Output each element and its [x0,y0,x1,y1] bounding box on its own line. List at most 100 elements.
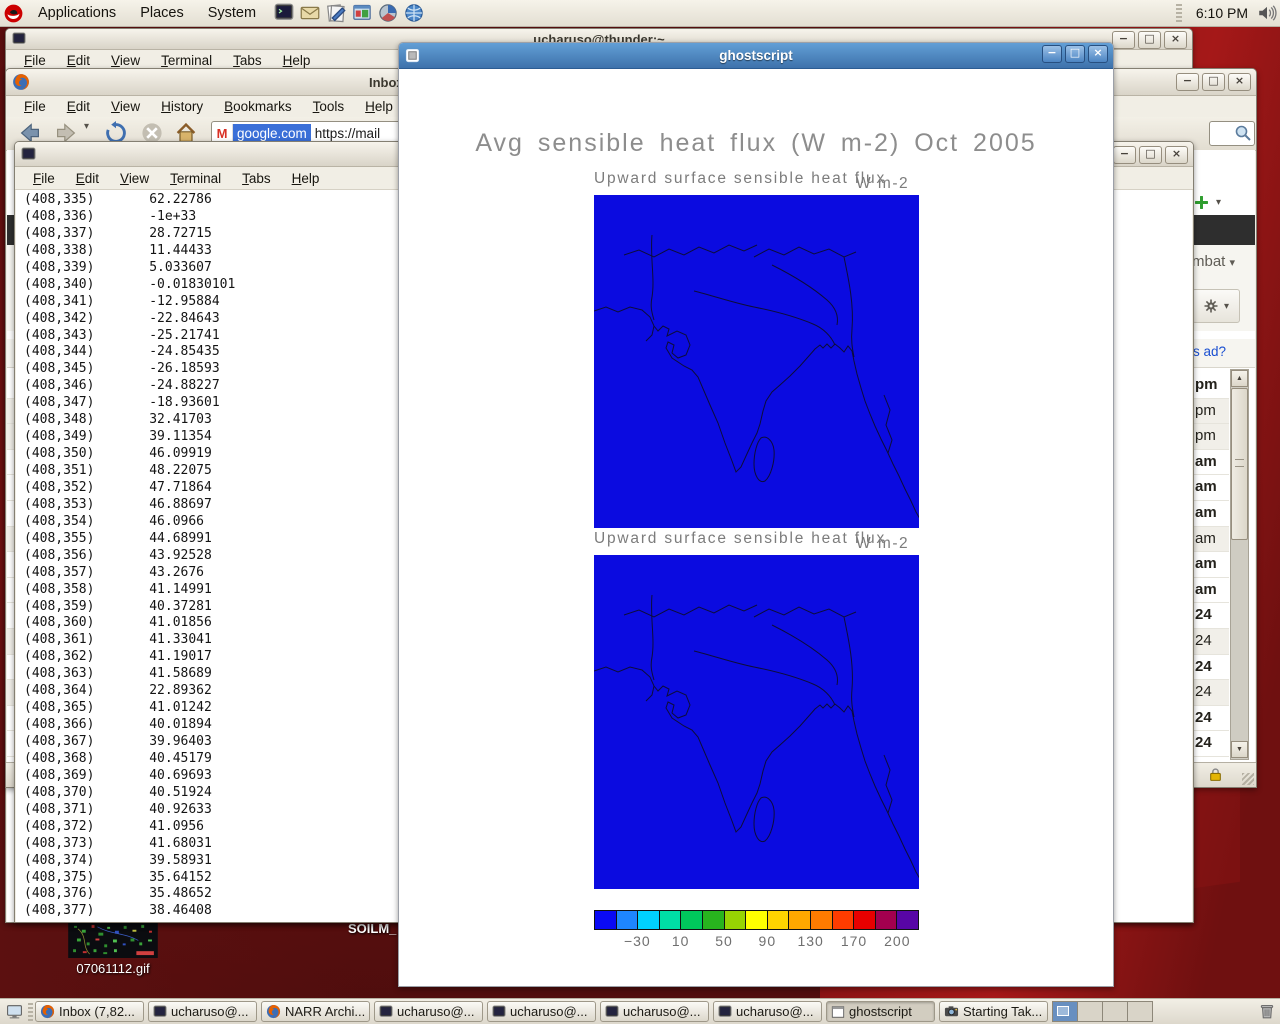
menu-help[interactable]: Help [283,53,311,68]
desktop-icon-soilm[interactable]: SOILM_ [348,921,396,936]
menu-edit[interactable]: Edit [67,99,90,114]
resize-grip[interactable] [1242,773,1254,785]
colorbar-cell [702,911,724,929]
taskbar-button[interactable]: ucharuso@... [148,1001,257,1022]
menu-file[interactable]: File [33,171,55,186]
email-launcher-icon[interactable] [298,2,322,24]
ghostscript-window[interactable]: ghostscript − □ × Avg sensible heat flux… [398,42,1114,987]
workspace-4[interactable] [1127,1002,1152,1021]
menu-file[interactable]: File [24,53,46,68]
plot-label: Upward surface sensible heat flux [594,170,886,188]
plus-icon [1195,196,1208,209]
minimize-button[interactable]: − [1113,146,1136,164]
close-button[interactable]: × [1088,45,1108,63]
taskbar-button[interactable]: Starting Tak... [939,1001,1048,1022]
colorbar-labels: −30105090130170200 [594,933,919,949]
menu-view[interactable]: View [120,171,149,186]
menu-tabs[interactable]: Tabs [242,171,271,186]
workspace-1[interactable] [1053,1002,1077,1021]
show-desktop-button[interactable] [2,1001,26,1023]
maximize-button[interactable]: □ [1202,73,1225,91]
plot-unit-label: W m-2 [856,175,909,193]
system-menu[interactable]: System [196,5,268,21]
screenshot-launcher-icon[interactable] [350,2,374,24]
taskbar-button[interactable]: NARR Archi... [261,1001,370,1022]
window-title: ghostscript [399,48,1113,63]
gmail-dropdown-label[interactable]: mbat ▾ [1192,253,1235,270]
taskbar-button[interactable]: ucharuso@... [487,1001,596,1022]
terminal-icon [492,1005,506,1019]
menu-edit[interactable]: Edit [76,171,99,186]
lock-icon [1208,767,1223,782]
plot-title: Avg sensible heat flux (W m-2) Oct 2005 [399,129,1113,158]
taskbar-button[interactable]: ucharuso@... [713,1001,822,1022]
colorbar-tick-label: 200 [884,933,910,949]
places-menu[interactable]: Places [128,5,196,21]
close-button[interactable]: × [1164,31,1187,49]
system-monitor-launcher-icon[interactable] [376,2,400,24]
gear-icon [1203,298,1219,314]
settings-button[interactable]: ▾ [1192,289,1240,323]
desktop-icon-label: SOILM_ [348,921,396,936]
menu-edit[interactable]: Edit [67,53,90,68]
maximize-button[interactable]: □ [1065,45,1085,63]
maximize-button[interactable]: □ [1139,146,1162,164]
menu-tools[interactable]: Tools [313,99,345,114]
menu-view[interactable]: View [111,53,140,68]
minimize-button[interactable]: − [1176,73,1199,91]
colorbar-cell [680,911,702,929]
scrollbar-thumb[interactable] [1231,388,1248,540]
maximize-button[interactable]: □ [1138,31,1161,49]
colorbar-cell [595,911,616,929]
scrollbar[interactable]: ▲ ▼ [1230,369,1249,760]
web-launcher-icon[interactable] [402,2,426,24]
task-button-list: Inbox (7,82... ucharuso@... NARR Archi... u… [35,1001,1048,1022]
trash-icon[interactable] [1258,1002,1276,1020]
ad-link[interactable]: s ad? [1193,344,1226,359]
taskbar-button[interactable]: ucharuso@... [374,1001,483,1022]
colorbar-cell [659,911,681,929]
minimize-button[interactable]: − [1042,45,1062,63]
desktop-icon-gif[interactable]: 07061112.gif [58,921,168,976]
taskbar-button-label: ucharuso@... [171,1004,249,1019]
taskbar-button-label: Inbox (7,82... [59,1004,135,1019]
colorbar-cell [637,911,659,929]
taskbar-button[interactable]: ghostscript [826,1001,935,1022]
search-input[interactable] [1209,121,1255,146]
firefox-icon [40,1004,55,1019]
menu-help[interactable]: Help [365,99,393,114]
close-button[interactable]: × [1165,146,1188,164]
volume-icon[interactable] [1255,2,1279,24]
menu-terminal[interactable]: Terminal [161,53,212,68]
workspace-3[interactable] [1102,1002,1127,1021]
menu-history[interactable]: History [161,99,203,114]
titlebar[interactable]: ghostscript − □ × [399,43,1113,69]
taskbar-button[interactable]: ucharuso@... [600,1001,709,1022]
menu-help[interactable]: Help [292,171,320,186]
redhat-menu-icon[interactable] [1,2,25,24]
clock[interactable]: 6:10 PM [1190,5,1254,21]
workspace-2[interactable] [1077,1002,1102,1021]
chevron-down-icon: ▾ [1230,257,1236,269]
minimize-button[interactable]: − [1112,31,1135,49]
scroll-up-button[interactable]: ▲ [1231,370,1248,387]
menu-file[interactable]: File [24,99,46,114]
close-button[interactable]: × [1228,73,1251,91]
menu-bookmarks[interactable]: Bookmarks [224,99,292,114]
menu-tabs[interactable]: Tabs [233,53,262,68]
taskbar-button[interactable]: Inbox (7,82... [35,1001,144,1022]
menu-view[interactable]: View [111,99,140,114]
colorbar-cell [767,911,789,929]
taskbar-button-label: ucharuso@... [397,1004,475,1019]
panel-grip[interactable] [1176,4,1182,22]
heat-flux-map-top [594,195,919,528]
workspace-switcher [1052,1001,1153,1022]
menu-terminal[interactable]: Terminal [170,171,221,186]
add-button[interactable]: ▾ [1195,191,1241,213]
plot-unit-label: W m-2 [856,535,909,553]
scroll-down-button[interactable]: ▼ [1231,741,1248,758]
writer-launcher-icon[interactable] [324,2,348,24]
applications-menu[interactable]: Applications [26,5,128,21]
terminal-launcher-icon[interactable] [272,2,296,24]
taskbar-separator [28,1003,33,1021]
